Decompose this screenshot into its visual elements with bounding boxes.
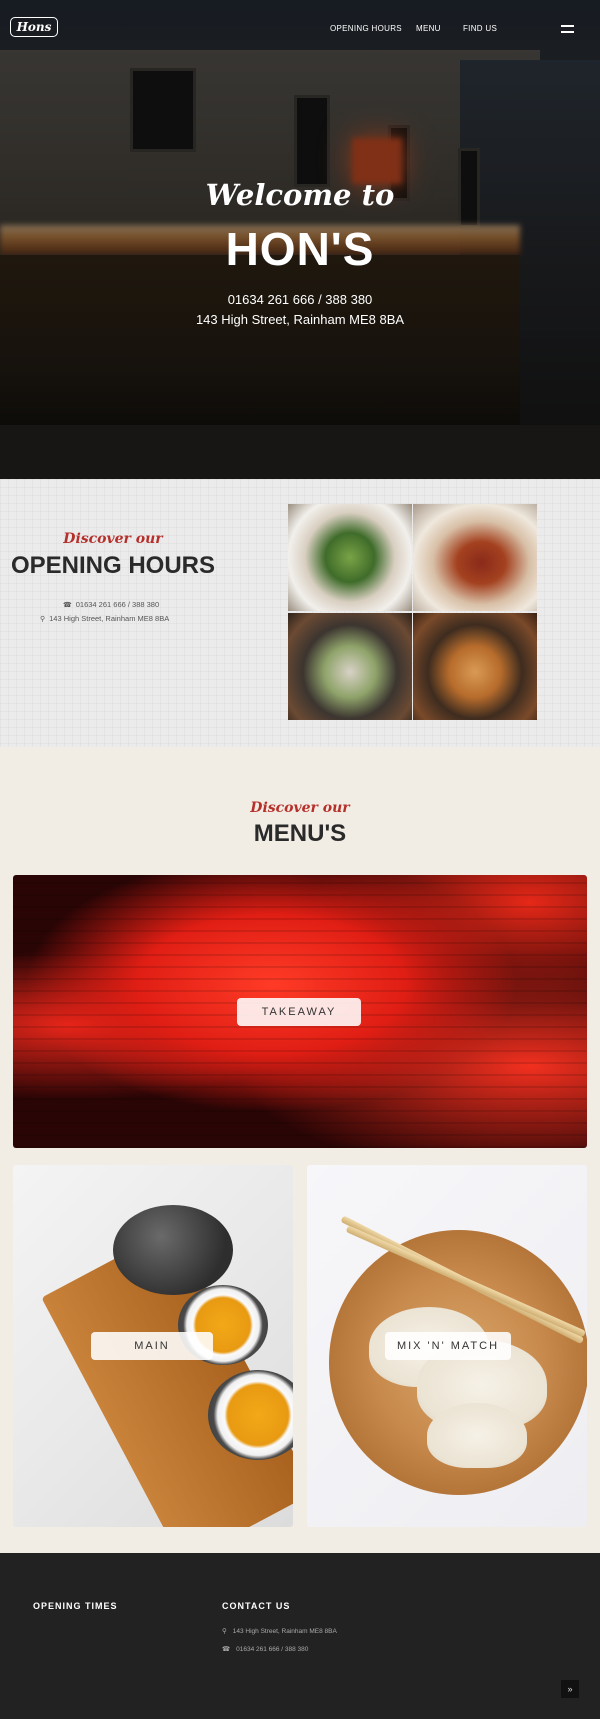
footer-opening-heading: OPENING TIMES [33,1601,118,1611]
back-to-top-button[interactable]: » [561,1680,579,1698]
opening-hours-section: Discover our OPENING HOURS ☎ 01634 261 6… [0,479,600,747]
phone-icon: ☎ [63,601,72,609]
takeaway-card[interactable]: TAKEAWAY [13,875,587,1148]
nav-opening-hours[interactable]: OPENING HOURS [330,24,402,33]
food-photo-fish [288,613,412,720]
footer-address: 143 High Street, Rainham ME8 8BA [232,1627,337,1635]
hero-section: Hons OPENING HOURS MENU FIND US Welcome … [0,0,600,479]
map-marker-icon: ⚲ [40,615,46,623]
hours-title: OPENING HOURS [10,552,216,579]
food-photo-noodles [413,613,537,720]
menus-title: MENU'S [253,820,347,847]
nav-menu[interactable]: MENU [416,24,441,33]
mix-n-match-button[interactable]: MIX 'N' MATCH [385,1332,511,1360]
phone-icon: ☎ [222,1646,231,1653]
hero-welcome: Welcome to [205,178,395,212]
hero-title: HON'S [225,223,375,275]
site-footer: OPENING TIMES CONTACT US ⚲ 143 High Stre… [0,1553,600,1719]
footer-phone[interactable]: 01634 261 666 / 388 380 [236,1646,308,1653]
hours-phone-line: ☎ 01634 261 666 / 388 380 [63,600,159,609]
chevron-up-icon: » [567,1684,573,1694]
map-marker-icon: ⚲ [222,1628,227,1635]
mix-n-match-card[interactable]: MIX 'N' MATCH [307,1165,587,1527]
nav-find-us[interactable]: FIND US [463,24,497,33]
teapot-image [113,1205,233,1295]
menus-section: Discover our MENU'S TAKEAWAY MAIN MIX 'N… [0,747,600,1553]
menus-eyebrow: Discover our [250,800,350,816]
footer-address-line: ⚲ 143 High Street, Rainham ME8 8BA [222,1627,337,1636]
hours-eyebrow: Discover our [63,531,163,547]
hours-address-line: ⚲ 143 High Street, Rainham ME8 8BA [40,614,169,623]
footer-phone-line: ☎ 01634 261 666 / 388 380 [222,1645,308,1654]
main-button[interactable]: MAIN [91,1332,213,1360]
hours-phone[interactable]: 01634 261 666 / 388 380 [76,600,159,609]
footer-contact-heading: CONTACT US [222,1601,291,1611]
hero-phone[interactable]: 01634 261 666 / 388 380 [0,292,600,307]
hero-address: 143 High Street, Rainham ME8 8BA [195,312,405,327]
hours-address: 143 High Street, Rainham ME8 8BA [49,614,170,623]
site-logo[interactable]: Hons [10,17,58,37]
main-card[interactable]: MAIN [13,1165,293,1527]
food-photo-duck [413,504,537,611]
takeaway-button[interactable]: TAKEAWAY [237,998,361,1026]
food-photo-greens [288,504,412,611]
hamburger-icon[interactable] [561,25,574,34]
